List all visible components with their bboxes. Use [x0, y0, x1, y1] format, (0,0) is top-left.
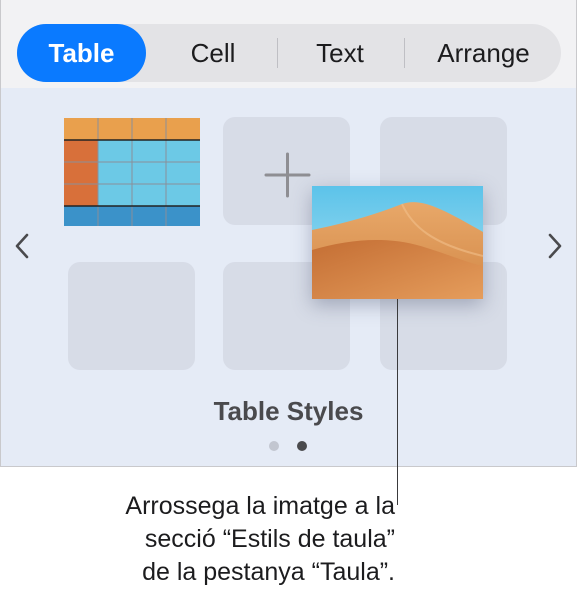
tab-divider: [277, 38, 278, 68]
callout-line: [397, 299, 398, 505]
table-style-thumbnail[interactable]: [64, 118, 200, 226]
chevron-right-icon[interactable]: [545, 232, 565, 260]
dragged-desert-image[interactable]: [312, 186, 483, 299]
tab-table[interactable]: Table: [17, 24, 146, 82]
tab-bar: Table Cell Text Arrange: [17, 24, 561, 82]
page-indicator-dot-1[interactable]: [269, 441, 279, 451]
tab-divider: [404, 38, 405, 68]
empty-style-slot[interactable]: [68, 262, 195, 370]
page-indicator-dot-2[interactable]: [297, 441, 307, 451]
tab-cell[interactable]: Cell: [154, 24, 272, 82]
chevron-left-icon[interactable]: [12, 232, 32, 260]
tab-bar-area: Table Cell Text Arrange: [1, 0, 576, 88]
caption-line: secció “Estils de taula”: [144, 525, 395, 553]
caption-line: Arrossega la imatge a la: [125, 492, 395, 520]
caption-line: de la pestanya “Taula”.: [142, 558, 395, 586]
table-styles-title: Table Styles: [213, 396, 364, 426]
tab-arrange[interactable]: Arrange: [406, 24, 561, 82]
callout-caption: Arrossega la imatge a la secció “Estils …: [15, 490, 395, 589]
tab-text[interactable]: Text: [279, 24, 401, 82]
